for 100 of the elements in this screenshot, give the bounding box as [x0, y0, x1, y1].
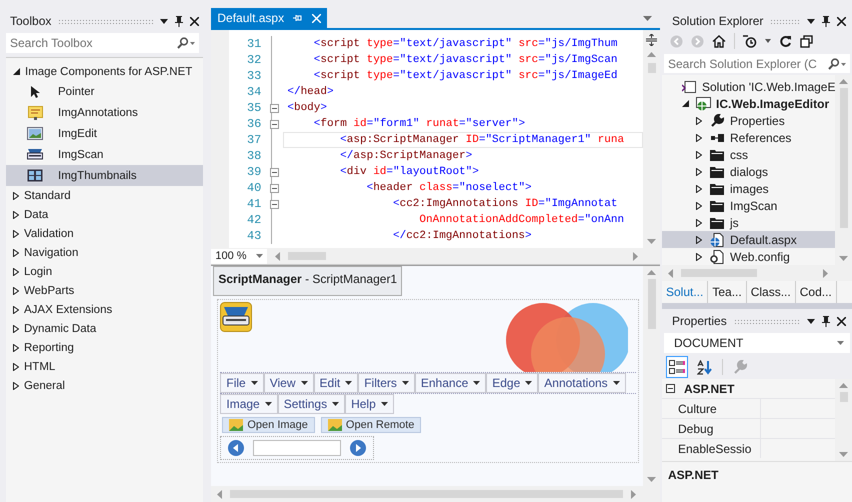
history-icon[interactable] — [743, 34, 757, 48]
home-icon[interactable] — [712, 34, 726, 48]
tree-item[interactable]: Solution 'IC.Web.ImageE — [662, 78, 835, 95]
panel-tab[interactable]: Solut... — [662, 281, 708, 303]
expand-arrow-icon[interactable] — [13, 268, 19, 276]
dropdown-icon[interactable] — [160, 18, 168, 24]
toolbox-group[interactable]: Navigation — [6, 243, 204, 262]
search-input[interactable]: Search Solution Explorer (C — [668, 56, 828, 70]
collapse-arrow-icon[interactable] — [13, 68, 20, 75]
expand-arrow-icon[interactable] — [13, 286, 19, 294]
toolbox-group[interactable]: HTML — [6, 357, 204, 376]
menu-item[interactable]: File — [220, 373, 264, 393]
dropdown-icon[interactable] — [807, 318, 815, 324]
toolbox-group[interactable]: General — [6, 376, 204, 395]
expand-arrow-icon[interactable] — [13, 344, 19, 352]
scrollbar-thumb[interactable] — [230, 490, 623, 498]
toolbox-group[interactable]: Login — [6, 262, 204, 281]
windows-icon[interactable] — [800, 34, 813, 48]
scrollbar-thumb[interactable] — [840, 88, 848, 228]
menu-item[interactable]: Filters — [358, 373, 415, 393]
expand-arrow-icon[interactable] — [696, 116, 702, 124]
expand-arrow-icon[interactable] — [13, 230, 19, 238]
pin-icon[interactable] — [822, 16, 830, 26]
toolbox-group[interactable]: Image Components for ASP.NET — [6, 62, 204, 81]
toolbox-group[interactable]: AJAX Extensions — [6, 300, 204, 319]
expand-arrow-icon[interactable] — [13, 248, 19, 256]
search-field[interactable]: Search Toolbox — [6, 33, 200, 53]
expand-arrow-icon[interactable] — [696, 202, 702, 210]
dropdown-icon[interactable] — [807, 18, 815, 24]
close-icon[interactable] — [837, 316, 846, 326]
expand-arrow-icon[interactable] — [13, 210, 19, 218]
tree-item[interactable]: ImgScan — [662, 197, 835, 214]
menu-item[interactable]: View — [264, 373, 314, 393]
search-input[interactable]: Search Toolbox — [10, 36, 178, 50]
collapse-icon[interactable] — [270, 120, 280, 128]
expand-arrow-icon[interactable] — [696, 236, 702, 244]
object-dropdown[interactable]: DOCUMENT — [664, 333, 850, 353]
tree-item[interactable]: Properties — [662, 112, 835, 129]
scrollbar-thumb[interactable] — [288, 252, 326, 260]
collapse-icon[interactable] — [270, 168, 280, 176]
pin-icon[interactable] — [175, 16, 184, 26]
refresh-icon[interactable] — [779, 34, 792, 48]
tree-item[interactable]: Web.config — [662, 248, 835, 265]
expand-arrow-icon[interactable] — [13, 324, 19, 332]
expand-arrow-icon[interactable] — [696, 168, 702, 176]
menu-item[interactable]: Enhance — [414, 373, 486, 393]
toolbox-group[interactable]: WebParts — [6, 281, 204, 300]
menu-item[interactable]: Help — [345, 394, 394, 414]
toolbox-group[interactable]: Dynamic Data — [6, 319, 204, 338]
page-input-field[interactable] — [253, 440, 342, 456]
tree-item[interactable]: IC.Web.ImageEditor — [662, 95, 835, 112]
collapse-arrow-icon[interactable] — [682, 100, 688, 107]
expand-arrow-icon[interactable] — [696, 150, 702, 158]
panel-tab[interactable]: Tea... — [708, 281, 747, 303]
search-field[interactable]: Search Solution Explorer (C — [664, 54, 850, 73]
expand-arrow-icon[interactable] — [696, 252, 702, 260]
zoom-dropdown[interactable]: 100 % — [211, 248, 268, 264]
menu-item[interactable]: Edit — [314, 373, 358, 393]
tree-item[interactable]: images — [662, 180, 835, 197]
expand-arrow-icon[interactable] — [13, 192, 19, 200]
menu-item[interactable]: Annotations — [538, 373, 626, 393]
close-icon[interactable] — [190, 16, 200, 26]
scrollbar-thumb[interactable] — [840, 392, 848, 402]
category-row[interactable]: ASP.NET — [662, 379, 835, 398]
panel-tab[interactable]: Cod... — [796, 281, 837, 303]
categorized-button[interactable] — [666, 356, 688, 378]
split-icon[interactable] — [646, 34, 657, 46]
expand-arrow-icon[interactable] — [696, 134, 702, 142]
toolbox-item[interactable]: ImgEdit — [6, 123, 204, 144]
expand-arrow-icon[interactable] — [696, 218, 702, 226]
toolbox-group[interactable]: Data — [6, 205, 204, 224]
expand-arrow-icon[interactable] — [13, 382, 19, 390]
collapse-icon[interactable] — [270, 184, 280, 192]
toolbox-group[interactable]: Validation — [6, 224, 204, 243]
toolbox-group[interactable]: Reporting — [6, 338, 204, 357]
scrollbar-thumb[interactable] — [681, 269, 757, 277]
pin-icon[interactable] — [822, 316, 830, 326]
image-button[interactable]: Open Image — [222, 417, 315, 433]
tree-item[interactable]: js — [662, 214, 835, 231]
dropdown-icon[interactable] — [765, 39, 771, 43]
toolbox-item[interactable]: ImgThumbnails — [6, 165, 204, 186]
expand-arrow-icon[interactable] — [696, 184, 702, 192]
scrollbar-thumb[interactable] — [648, 63, 656, 73]
collapse-icon[interactable] — [666, 384, 675, 393]
tree-item[interactable]: References — [662, 129, 835, 146]
tree-item[interactable]: dialogs — [662, 163, 835, 180]
toolbox-item[interactable]: ImgScan — [6, 144, 204, 165]
search-icon[interactable] — [177, 37, 196, 49]
tree-item[interactable]: css — [662, 146, 835, 163]
tree-item[interactable]: Default.aspx — [662, 231, 835, 248]
toolbox-group[interactable]: Standard — [6, 186, 204, 205]
toolbox-item[interactable]: Pointer — [6, 81, 204, 102]
image-button[interactable]: Open Remote — [320, 417, 422, 433]
collapse-icon[interactable] — [270, 200, 280, 208]
scrollbar-thumb[interactable] — [648, 279, 656, 329]
expand-arrow-icon[interactable] — [13, 362, 19, 370]
toolbox-item[interactable]: ImgAnnotations — [6, 102, 204, 123]
menu-item[interactable]: Settings — [278, 394, 346, 414]
collapse-icon[interactable] — [270, 104, 280, 112]
expand-arrow-icon[interactable] — [13, 306, 19, 314]
